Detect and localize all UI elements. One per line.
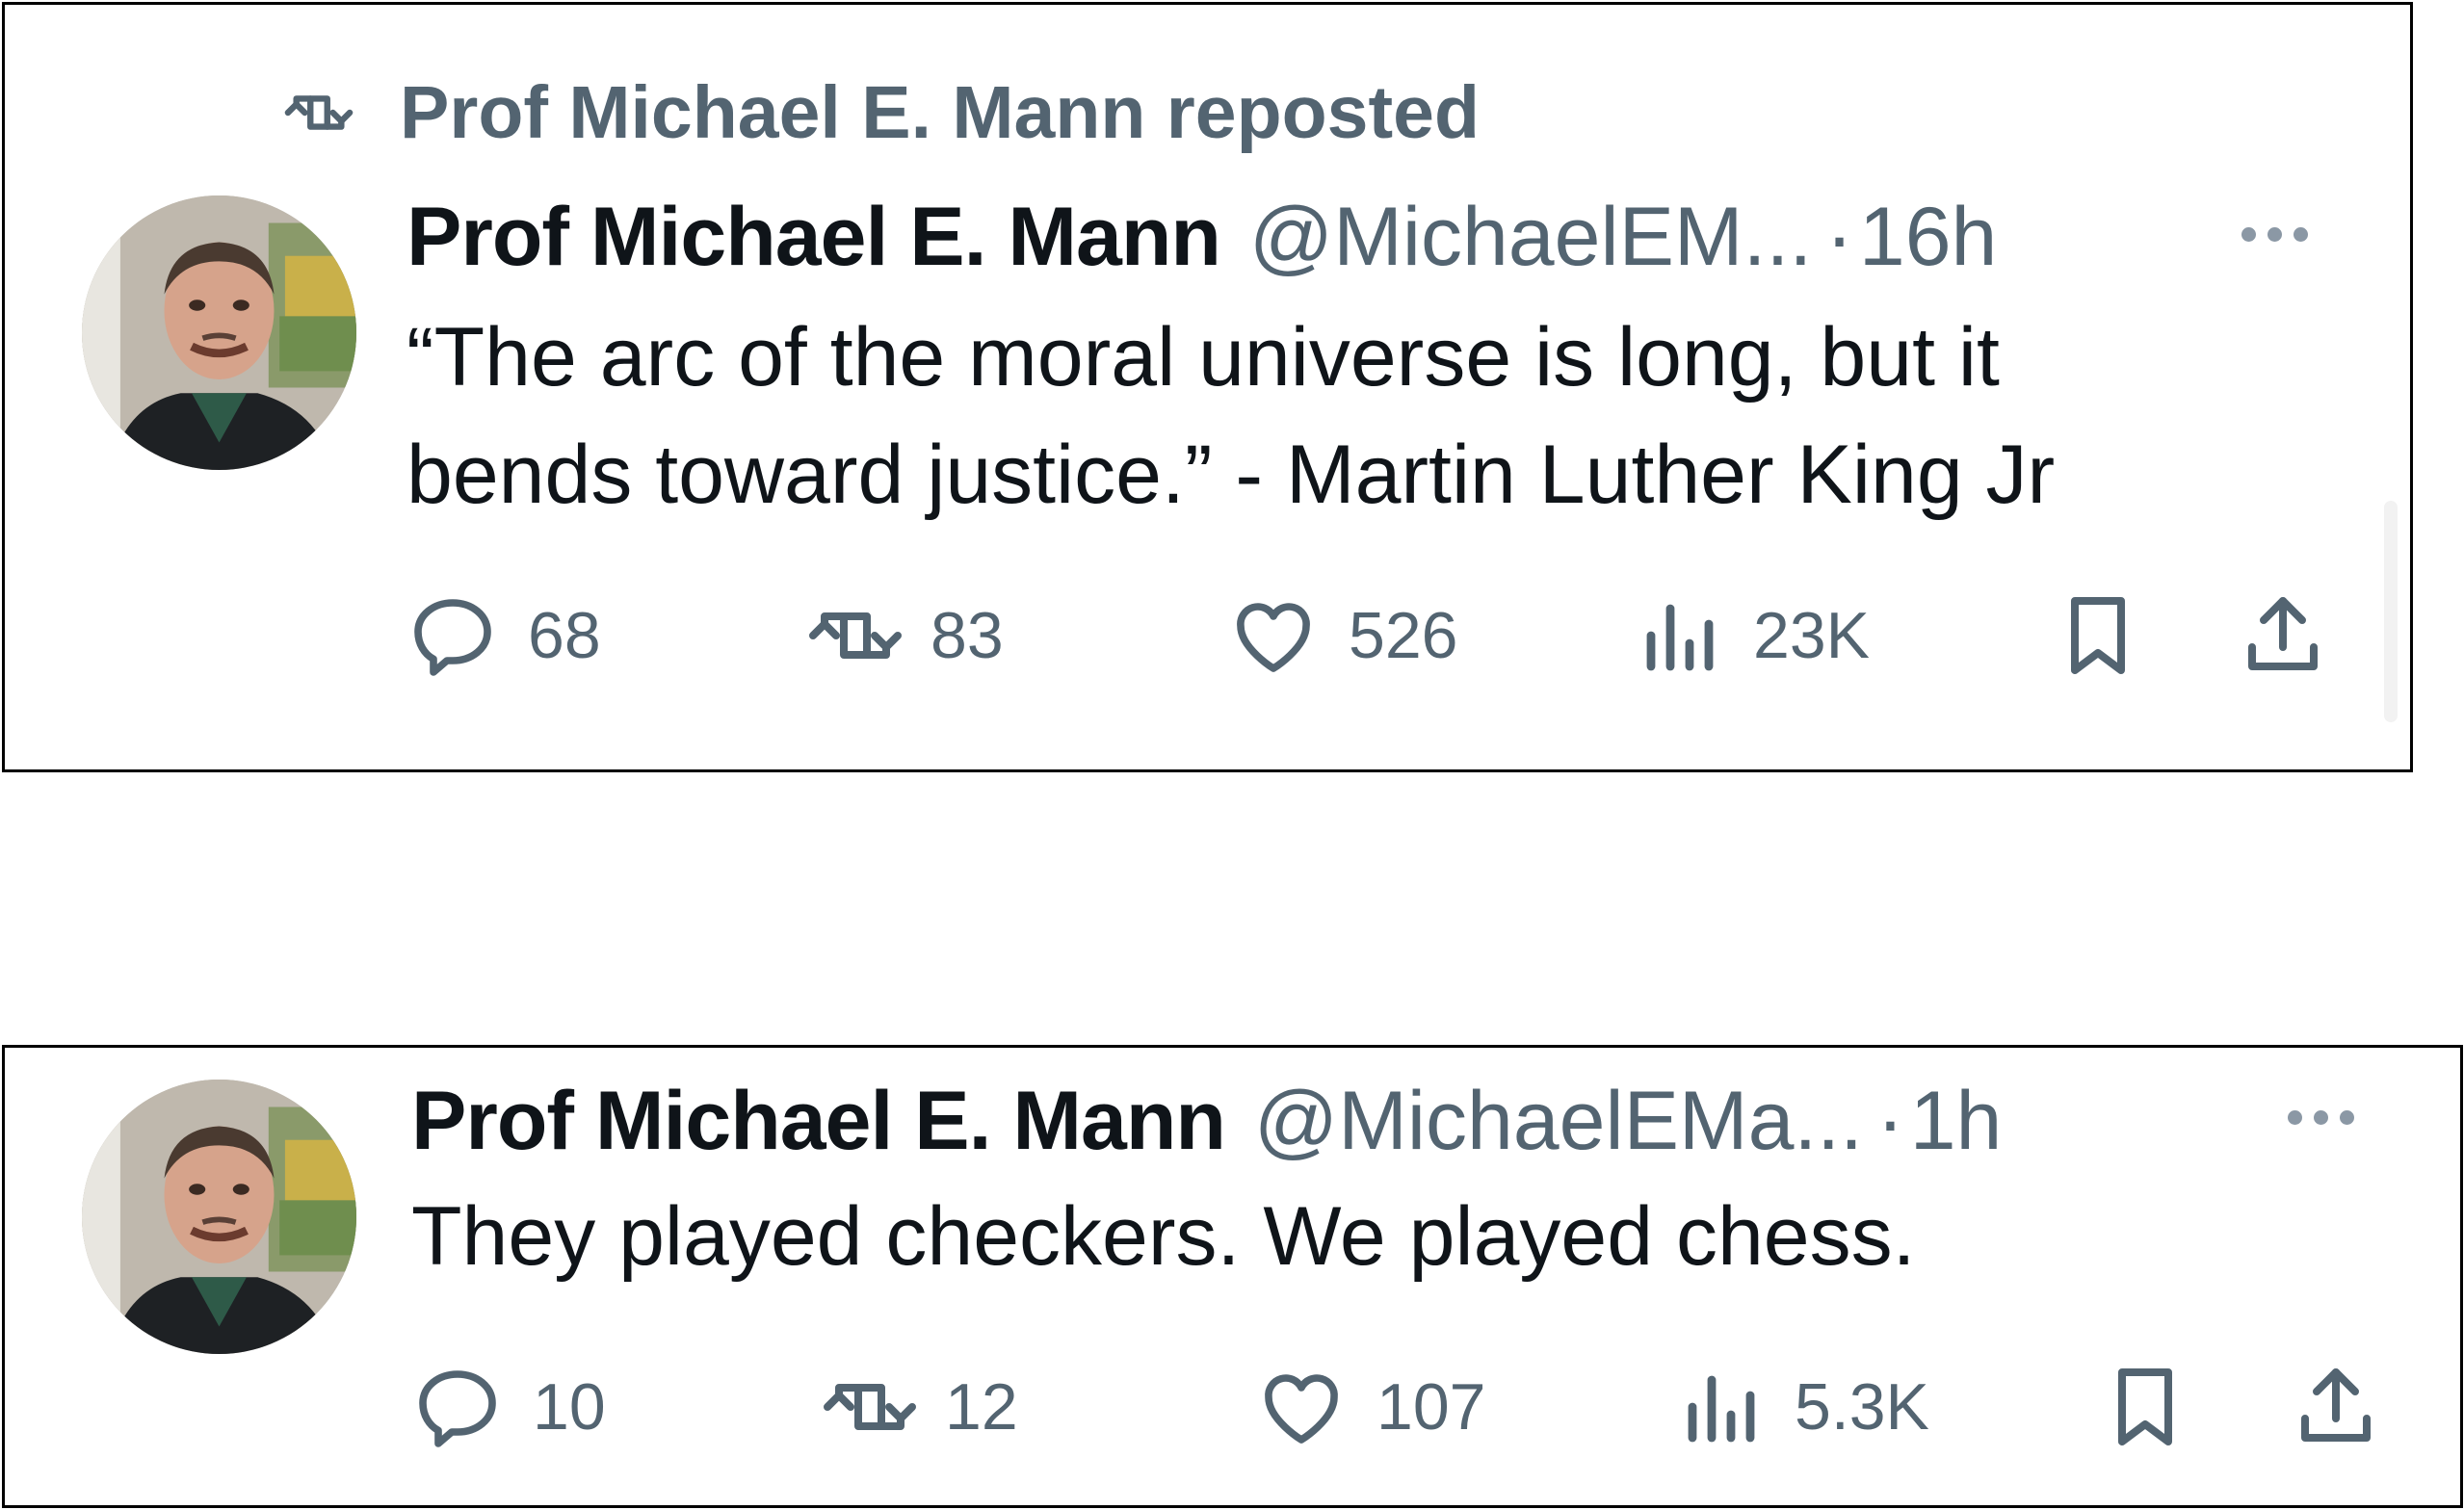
like-icon <box>1237 603 1310 672</box>
tweet-card[interactable]: Prof Michael E. Mann @MichaelEMa... · 1h… <box>2 1045 2463 1508</box>
bookmark-icon <box>2118 1368 2172 1445</box>
timestamp[interactable]: 1h <box>1910 1080 2003 1162</box>
share-icon <box>2248 597 2318 670</box>
more-icon[interactable] <box>2288 1107 2354 1127</box>
views-button[interactable]: 23K <box>1632 583 1870 689</box>
bookmark-icon <box>2071 597 2125 674</box>
like-icon <box>1265 1374 1338 1444</box>
reply-count: 68 <box>528 599 601 672</box>
like-button[interactable]: 526 <box>1227 583 1457 689</box>
repost-header[interactable]: Prof Michael E. Mann reposted <box>275 65 1480 161</box>
display-name[interactable]: Prof Michael E. Mann <box>406 195 1221 278</box>
reply-button[interactable]: 10 <box>411 1354 606 1460</box>
repost-icon <box>824 1384 916 1430</box>
view-count: 5.3K <box>1795 1370 1929 1444</box>
views-icon <box>1688 1375 1755 1443</box>
separator: · <box>1876 1075 1904 1167</box>
tweet-text: They played checkers. We played chess. <box>411 1190 1916 1283</box>
timestamp[interactable]: 16h <box>1859 195 1998 278</box>
tweet-actions: 10 12 107 5.3K <box>411 1354 2396 1460</box>
user-handle[interactable]: @MichaelEMa... <box>1254 1080 1863 1162</box>
bookmark-button[interactable] <box>2099 1354 2191 1460</box>
repost-button[interactable]: 83 <box>809 583 1004 689</box>
profile-photo <box>82 195 356 470</box>
tweet-text: “The arc of the moral universe is long, … <box>406 311 2056 521</box>
bookmark-button[interactable] <box>2052 583 2144 689</box>
repost-label: Prof Michael E. Mann reposted <box>400 70 1480 154</box>
share-button[interactable] <box>2290 1354 2382 1460</box>
share-button[interactable] <box>2237 583 2329 689</box>
views-button[interactable]: 5.3K <box>1673 1354 1929 1460</box>
view-count: 23K <box>1753 599 1870 672</box>
tweet-header: Prof Michael E. Mann @MichaelEM... · 16h <box>406 195 1997 278</box>
reply-button[interactable]: 68 <box>406 583 601 689</box>
scrollbar[interactable] <box>2384 501 2398 722</box>
repost-icon <box>809 612 902 659</box>
reply-icon <box>419 1370 496 1447</box>
user-handle[interactable]: @MichaelEM... <box>1249 195 1812 278</box>
share-icon <box>2301 1368 2371 1442</box>
tweet-header: Prof Michael E. Mann @MichaelEMa... · 1h <box>411 1080 2002 1162</box>
like-count: 526 <box>1349 599 1458 672</box>
reply-icon <box>414 599 491 676</box>
profile-photo <box>82 1080 356 1354</box>
more-icon[interactable] <box>2241 224 2308 244</box>
separator: · <box>1825 191 1853 283</box>
display-name[interactable]: Prof Michael E. Mann <box>411 1080 1226 1162</box>
repost-count: 83 <box>931 599 1004 672</box>
reply-count: 10 <box>533 1370 606 1444</box>
repost-count: 12 <box>945 1370 1018 1444</box>
repost-button[interactable]: 12 <box>824 1354 1018 1460</box>
views-icon <box>1646 604 1714 671</box>
avatar[interactable] <box>82 1080 356 1354</box>
tweet-actions: 68 83 526 23K <box>406 583 2352 689</box>
avatar[interactable] <box>82 195 356 470</box>
like-button[interactable]: 107 <box>1255 1354 1485 1460</box>
like-count: 107 <box>1376 1370 1486 1444</box>
tweet-card[interactable]: Prof Michael E. Mann reposted Prof Micha… <box>2 2 2413 772</box>
repost-icon <box>284 95 354 130</box>
